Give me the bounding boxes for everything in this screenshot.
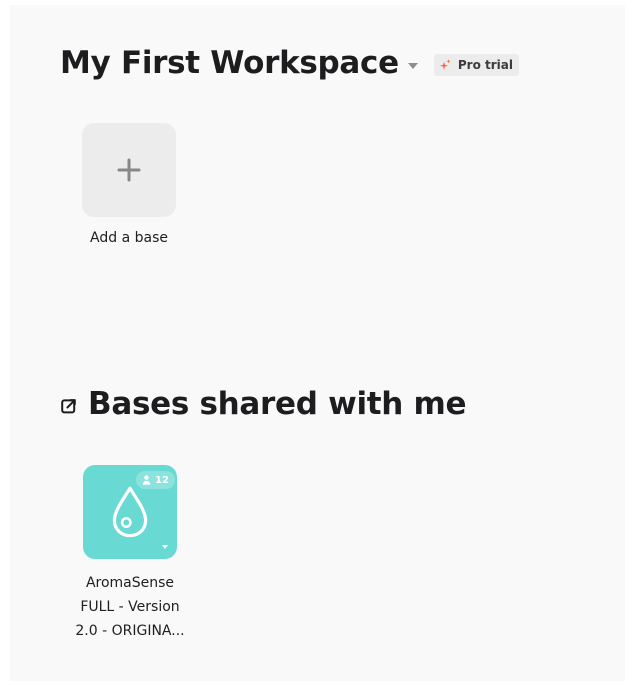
add-base-control[interactable]: Add a base bbox=[82, 123, 176, 247]
base-name-line: 2.0 - ORIGINA... bbox=[75, 623, 185, 639]
workspace-title[interactable]: My First Workspace bbox=[60, 44, 399, 82]
base-name-line: AromaSense bbox=[85, 575, 175, 591]
external-share-icon bbox=[61, 398, 76, 413]
base-name-line: FULL - Version bbox=[80, 599, 180, 615]
add-base-label: Add a base bbox=[90, 230, 168, 246]
shared-bases-header: Bases shared with me bbox=[60, 385, 467, 423]
chevron-down-icon[interactable] bbox=[162, 545, 168, 549]
add-base-tile[interactable] bbox=[82, 123, 176, 217]
person-icon bbox=[142, 475, 151, 485]
shared-base-card[interactable]: 12 AromaSense FULL - Version 2.0 - ORIGI… bbox=[70, 465, 190, 643]
base-name[interactable]: AromaSense FULL - Version 2.0 - ORIGINA.… bbox=[70, 571, 190, 643]
shared-section-title: Bases shared with me bbox=[88, 386, 467, 422]
collaborator-count: 12 bbox=[155, 474, 169, 486]
droplet-icon bbox=[112, 486, 148, 538]
sparkle-icon bbox=[439, 58, 451, 70]
workspace-header: My First Workspace Pro trial bbox=[60, 44, 519, 82]
pro-trial-badge[interactable]: Pro trial bbox=[433, 53, 519, 76]
base-icon-tile[interactable]: 12 bbox=[83, 465, 177, 559]
chevron-down-icon[interactable] bbox=[407, 63, 418, 69]
plus-icon bbox=[117, 158, 141, 182]
pro-trial-label: Pro trial bbox=[457, 57, 513, 72]
